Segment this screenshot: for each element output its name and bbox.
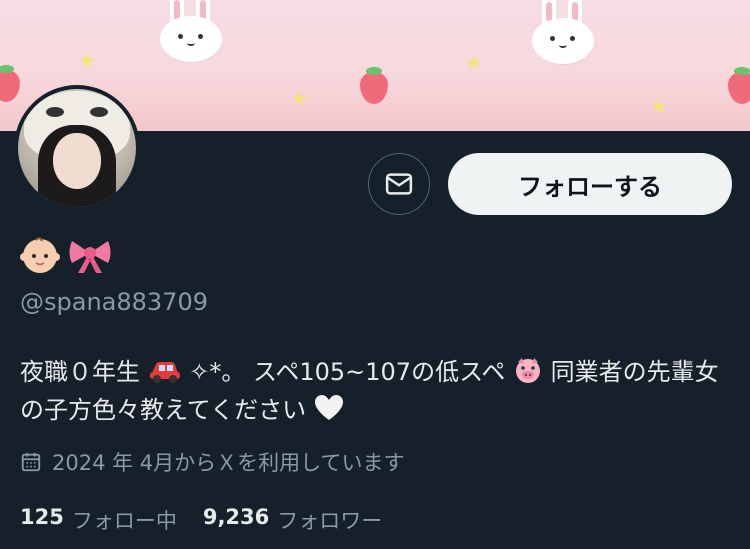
message-button[interactable]: [368, 153, 430, 215]
star-decoration: ★: [78, 48, 96, 72]
bio-text: ✧*。 スペ105~107の低スペ: [189, 358, 506, 386]
following-label: フォロー中: [71, 509, 177, 533]
strawberry-decoration: [0, 65, 20, 102]
followers-label: フォロワー: [277, 509, 383, 533]
profile-handle: @spana883709: [20, 288, 208, 316]
bio-text: 夜職０年生: [20, 358, 140, 386]
mail-icon: [385, 173, 413, 195]
pig-emoji-icon: [516, 358, 541, 383]
avatar[interactable]: [18, 89, 136, 207]
strawberry-decoration: [728, 67, 750, 104]
joined-text: 2024 年 4月からＸを利用しています: [52, 451, 405, 475]
followers-count: 9,236: [202, 505, 270, 529]
star-decoration: ★: [650, 94, 668, 118]
strawberry-decoration: [360, 67, 388, 104]
follow-button[interactable]: フォローする: [448, 153, 732, 215]
following-count: 125: [20, 505, 64, 529]
followers-link[interactable]: 9,236 フォロワー: [203, 505, 382, 535]
calendar-icon: [21, 452, 41, 472]
star-decoration: ★: [290, 86, 308, 110]
display-name: [20, 232, 114, 278]
white-heart-emoji-icon: [314, 395, 343, 420]
baby-emoji-icon: [20, 237, 60, 273]
ribbon-emoji-icon: [69, 241, 111, 273]
car-emoji-icon: [149, 362, 180, 383]
star-decoration: ★: [465, 50, 483, 74]
profile-bio: 夜職０年生 ✧*。 スペ105~107の低スペ 同業者の先輩女の子方色々教えてく…: [20, 353, 720, 429]
following-link[interactable]: 125 フォロー中: [20, 505, 177, 535]
follow-stats: 125 フォロー中 9,236 フォロワー: [20, 505, 382, 535]
avatar-ring: [14, 85, 140, 211]
joined-date: 2024 年 4月からＸを利用しています: [20, 447, 405, 477]
